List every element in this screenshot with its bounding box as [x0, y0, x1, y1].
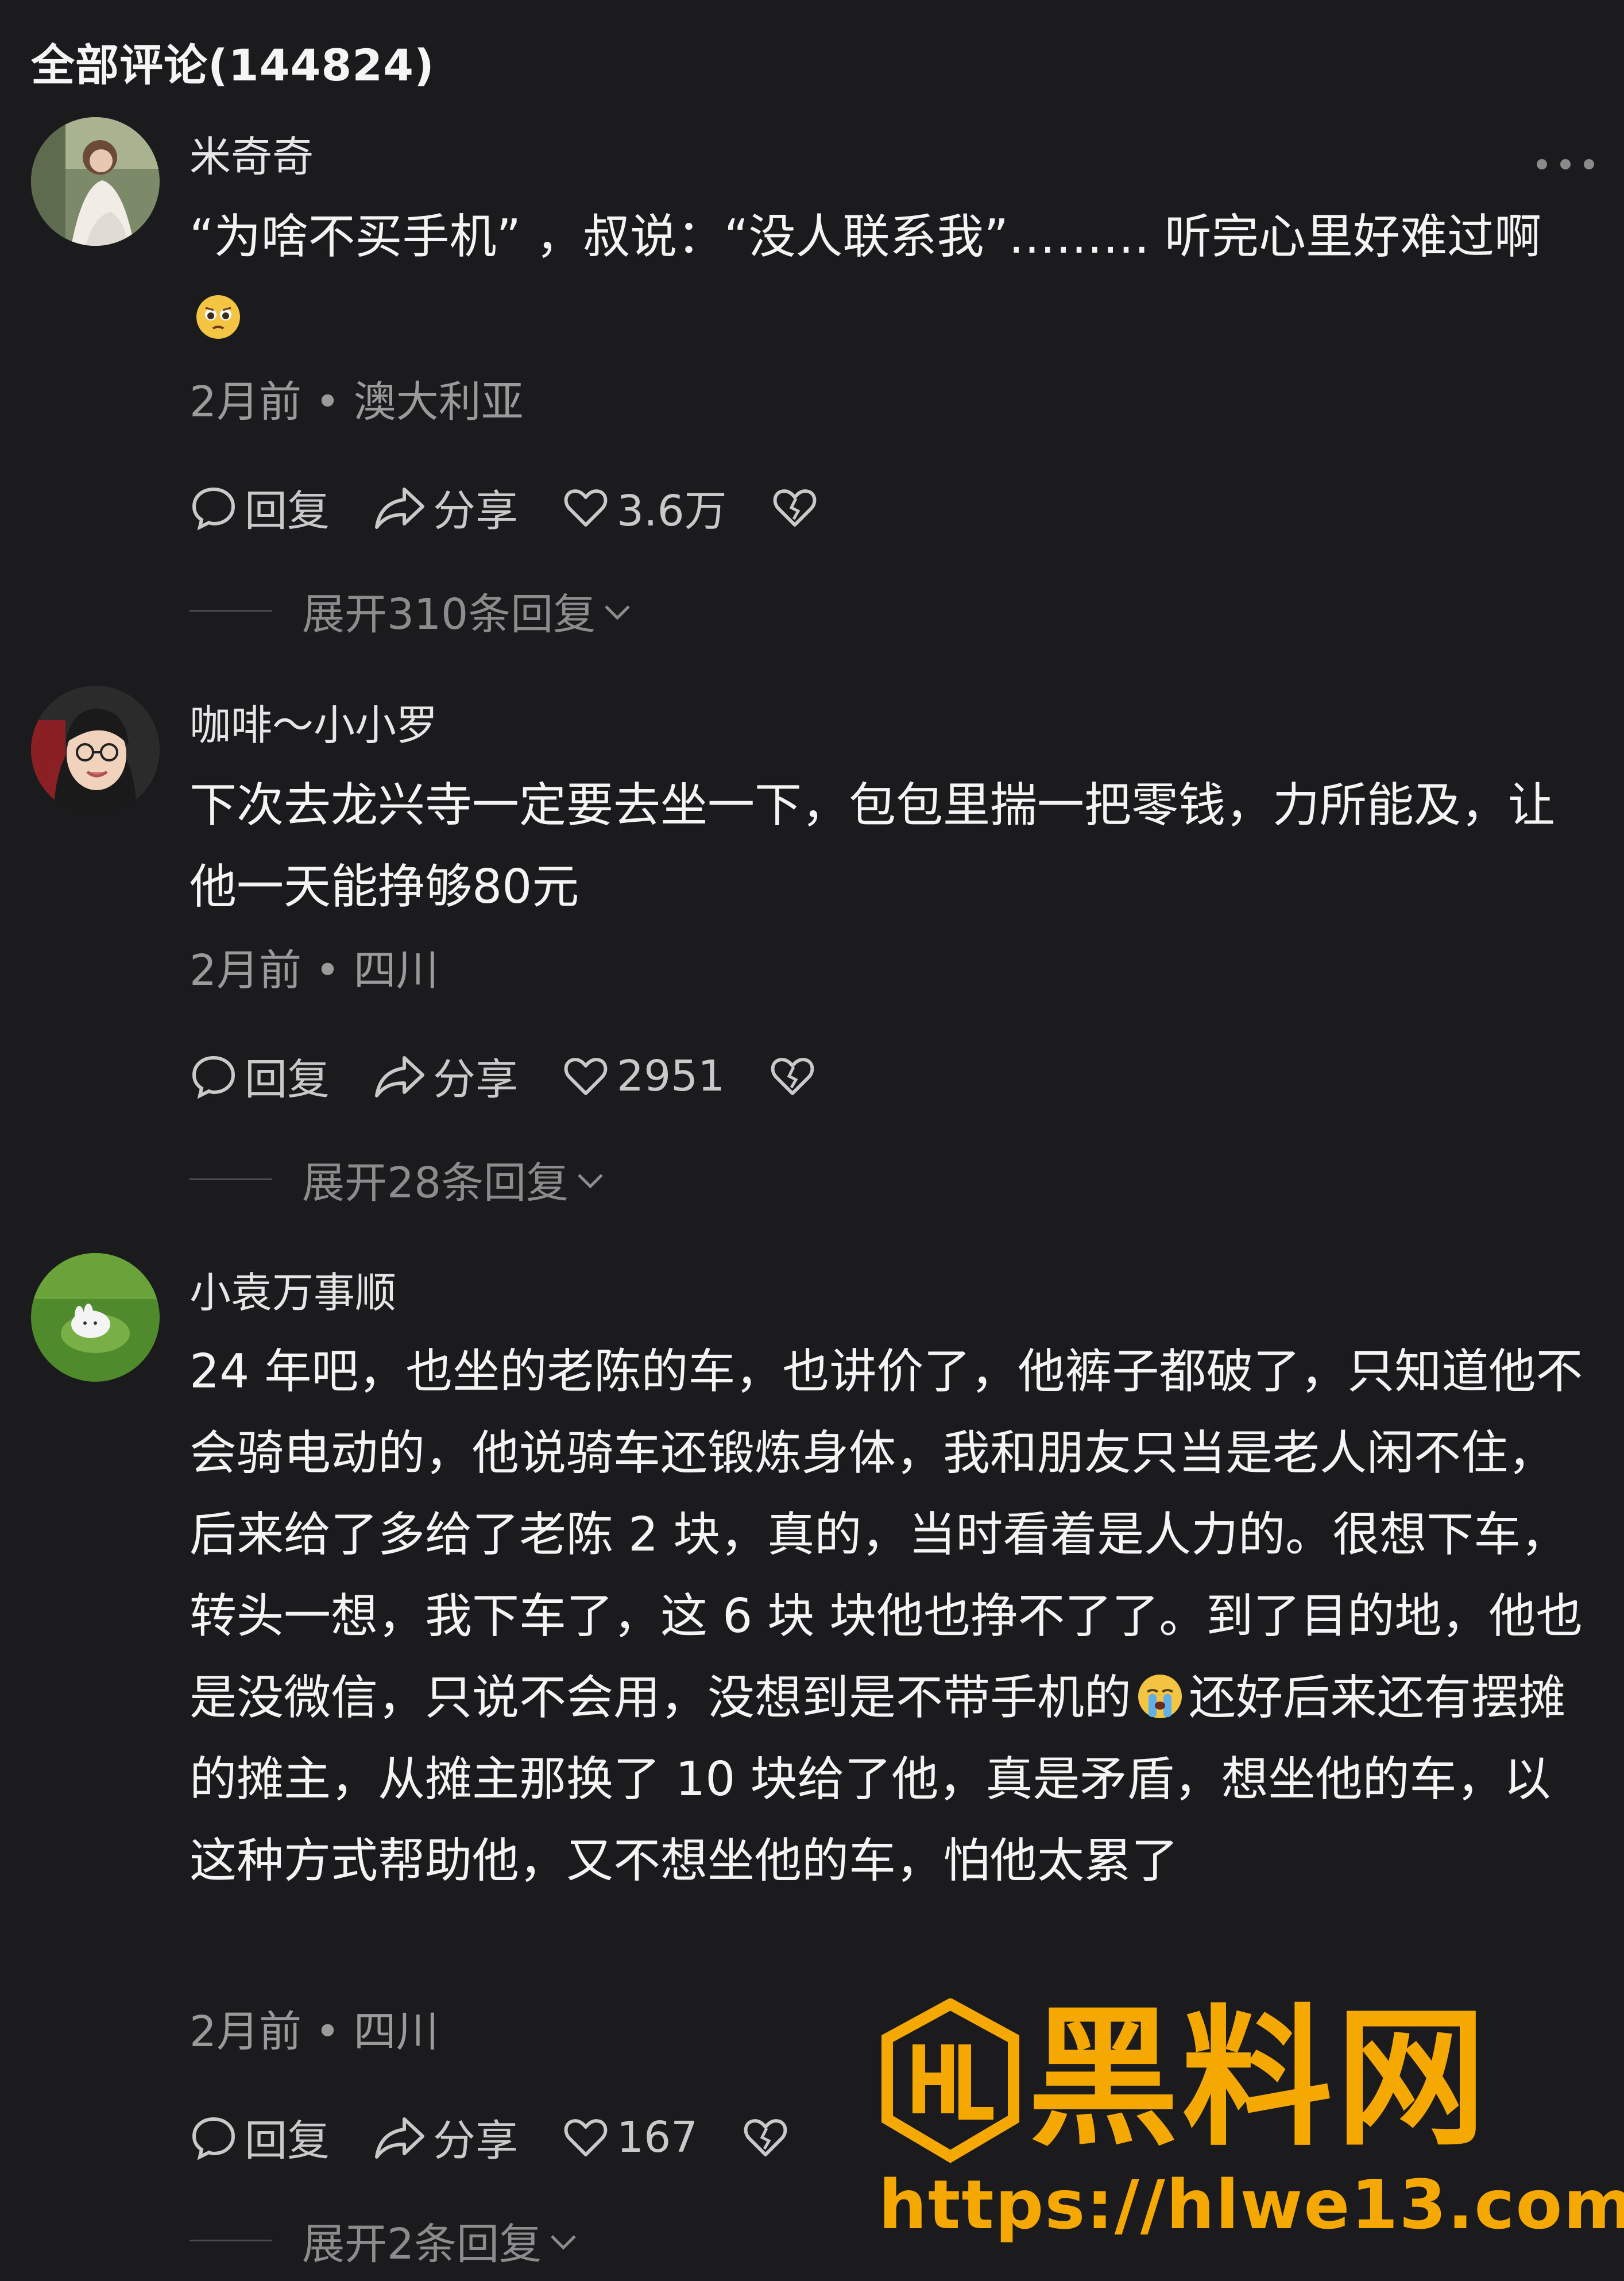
like-button[interactable]: 2951 — [562, 1051, 725, 1101]
avatar[interactable] — [31, 1253, 160, 1382]
broken-heart-icon — [773, 489, 816, 527]
hl-logo-icon — [881, 1998, 1019, 2163]
share-icon — [375, 487, 424, 529]
comment-text-part: “为啥不买手机” ，叔说：“没人联系我”……… 听完心里好难过啊 — [190, 210, 1542, 264]
comment-time: 2月前 — [190, 946, 302, 995]
comment-time: 2月前 — [190, 377, 302, 427]
loudly-crying-face-emoji-icon — [1138, 1675, 1182, 1718]
chevron-down-icon — [551, 2234, 576, 2250]
reply-button[interactable]: 回复 — [190, 2106, 330, 2168]
reply-icon — [192, 1056, 235, 1099]
meta-separator: • — [301, 2007, 354, 2056]
comment-actions: 回复 分享 167 — [190, 2106, 796, 2168]
comment-text: 下次去龙兴寺一定要去坐一下，包包里揣一把零钱，力所能及，让他一天能挣够80元 — [190, 765, 1591, 928]
watermark: 黑料网 https://hlwe13.com — [879, 1991, 1624, 2263]
comment-item: 米奇奇 “为啥不买手机” ，叔说：“没人联系我”……… 听完心里好难过啊 2月前… — [0, 117, 1624, 645]
comment-location: 四川 — [353, 946, 439, 995]
share-icon — [375, 1056, 424, 1097]
dislike-button[interactable] — [768, 1052, 823, 1100]
dislike-button[interactable] — [771, 484, 826, 532]
chevron-down-icon — [605, 605, 631, 620]
like-count: 167 — [617, 2112, 698, 2162]
comment-actions: 回复 分享 2951 — [190, 1045, 823, 1107]
comment-meta: 2月前 • 四川 — [190, 1997, 439, 2059]
more-options-button[interactable] — [1537, 153, 1594, 176]
reply-button[interactable]: 回复 — [190, 1045, 330, 1107]
expand-replies-button[interactable]: 展开2条回复 — [190, 2210, 582, 2271]
divider-line — [190, 1178, 272, 1180]
watermark-url: https://hlwe13.com — [879, 2165, 1624, 2244]
heart-icon — [564, 489, 608, 527]
watermark-title: 黑料网 — [1028, 1991, 1490, 2166]
dislike-button[interactable] — [741, 2113, 796, 2162]
share-button[interactable]: 分享 — [373, 1045, 518, 1107]
divider-line — [190, 2240, 272, 2241]
avatar[interactable] — [31, 117, 160, 246]
comment-meta: 2月前 • 四川 — [190, 936, 439, 998]
like-count: 3.6万 — [617, 486, 727, 536]
more-dot-icon — [1537, 159, 1547, 169]
comment-location: 澳大利亚 — [353, 377, 524, 427]
reply-icon — [192, 487, 235, 531]
share-icon — [375, 2117, 424, 2159]
username[interactable]: 米奇奇 — [190, 123, 314, 183]
more-dot-icon — [1584, 159, 1594, 169]
pleading-face-emoji-icon — [196, 295, 240, 339]
like-button[interactable]: 3.6万 — [562, 477, 727, 538]
comment-item: 咖啡～小小罗 下次去龙兴寺一定要去坐一下，包包里揣一把零钱，力所能及，让他一天能… — [0, 686, 1624, 1214]
share-button[interactable]: 分享 — [373, 2106, 518, 2168]
comment-actions: 回复 分享 3.6万 — [190, 477, 826, 538]
heart-icon — [564, 1057, 608, 1095]
comment-text: “为啥不买手机” ，叔说：“没人联系我”……… 听完心里好难过啊 — [190, 196, 1591, 359]
comment-text-part: 下次去龙兴寺一定要去坐一下，包包里揣一把零钱，力所能及，让他一天能挣够80元 — [190, 778, 1556, 914]
comment-text-part: 24 年吧，也坐的老陈的车，也讲价了，他裤子都破了，只知道他不会骑电动的，他说骑… — [190, 1344, 1583, 1725]
comment-text: 24 年吧，也坐的老陈的车，也讲价了，他裤子都破了，只知道他不会骑电动的，他说骑… — [190, 1331, 1591, 1902]
like-count: 2951 — [617, 1051, 725, 1101]
broken-heart-icon — [771, 1057, 814, 1095]
meta-separator: • — [301, 946, 354, 995]
chevron-down-icon — [578, 1173, 603, 1189]
heart-icon — [564, 2118, 608, 2156]
broken-heart-icon — [744, 2118, 787, 2156]
more-dot-icon — [1560, 159, 1571, 169]
expand-replies-button[interactable]: 展开28条回复 — [190, 1149, 609, 1210]
expand-replies-button[interactable]: 展开310条回复 — [190, 580, 636, 641]
reply-button[interactable]: 回复 — [190, 477, 330, 538]
meta-separator: • — [301, 377, 354, 427]
divider-line — [190, 610, 272, 612]
username[interactable]: 小袁万事顺 — [190, 1259, 396, 1319]
comments-header: 全部评论(144824) — [31, 40, 435, 91]
comment-location: 四川 — [353, 2007, 439, 2056]
share-button[interactable]: 分享 — [373, 477, 518, 538]
like-button[interactable]: 167 — [562, 2113, 698, 2162]
username[interactable]: 咖啡～小小罗 — [190, 691, 438, 752]
comment-meta: 2月前 • 澳大利亚 — [190, 368, 524, 429]
comment-time: 2月前 — [190, 2007, 302, 2056]
avatar[interactable] — [31, 686, 160, 814]
reply-icon — [192, 2117, 235, 2160]
